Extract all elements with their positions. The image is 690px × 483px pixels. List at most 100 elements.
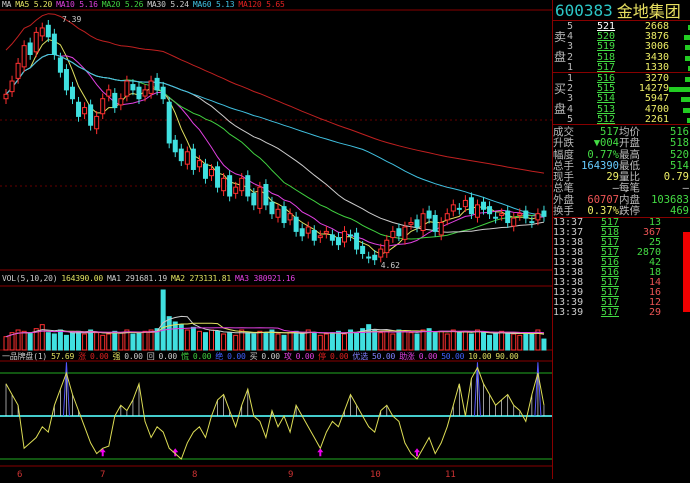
volume-bar xyxy=(184,329,190,351)
legend-item: 50.00 xyxy=(372,352,396,361)
legend-item: 回 xyxy=(146,352,155,361)
legend-item: MA10 5.16 xyxy=(56,0,98,9)
tick-list[interactable]: 13:37 517 13 13:37 518 367 13:38 517 25 13:38 517 2… xyxy=(553,218,690,318)
order-row[interactable]: 5 521 2668 xyxy=(567,22,690,32)
order-volume-bar xyxy=(669,87,690,93)
volume-bar xyxy=(517,334,523,351)
stock-name: 金地集团 xyxy=(616,2,681,21)
volume-bar xyxy=(106,333,112,351)
stats-table: 成交 517 均价 516 升跌 ▼004 开盘 518 幅度 0.77% 最高 520 总手 16439… xyxy=(553,125,690,219)
candle xyxy=(215,166,221,188)
legend-item: MA xyxy=(2,0,12,9)
candle xyxy=(438,222,444,236)
candle xyxy=(142,89,148,97)
legend-item: 买 xyxy=(249,352,258,361)
kline-chart[interactable]: 7.39 4.62 6 7 8 9 10 11 MA MA5 5.20 MA10 5.16 MA20… xyxy=(0,0,552,480)
stock-title: 600383 金地集团 xyxy=(553,0,690,21)
volume-bar xyxy=(21,330,27,351)
candle xyxy=(130,84,136,91)
stat-l: 换手 xyxy=(553,205,574,218)
candle xyxy=(63,69,69,91)
volume-bar xyxy=(160,289,166,351)
candle xyxy=(541,210,547,217)
volume-bar xyxy=(481,332,487,351)
order-row[interactable]: 3 519 3006 xyxy=(567,42,690,52)
order-row[interactable]: 3 514 5947 xyxy=(567,94,690,104)
sell-book: 卖盘 5 521 2668 4 520 3876 3 519 3006 2 518 3430 1 517 13… xyxy=(553,21,690,73)
volume-bar xyxy=(130,333,136,351)
candle xyxy=(384,239,390,254)
candle xyxy=(390,230,396,239)
volume-bar xyxy=(390,333,396,351)
candle xyxy=(444,213,450,221)
order-row[interactable]: 2 515 14279 xyxy=(567,84,690,94)
stat-row: 换手 0.37% 跌停 469 xyxy=(553,205,690,218)
candle xyxy=(335,237,341,246)
volume-bar xyxy=(396,329,402,351)
legend-item: MA60 5.13 xyxy=(192,0,235,9)
volume-bar xyxy=(366,324,372,351)
volume-bar xyxy=(94,332,100,351)
candle xyxy=(317,235,323,239)
candle xyxy=(468,197,474,215)
sell-label: 卖盘 xyxy=(554,27,566,67)
order-row[interactable]: 2 518 3430 xyxy=(567,52,690,63)
order-volume: 2261 xyxy=(644,113,669,125)
legend-item: 0.00 xyxy=(192,352,212,361)
candle xyxy=(263,184,269,206)
candle xyxy=(481,201,487,210)
order-volume: 3006 xyxy=(644,41,669,53)
candle xyxy=(293,216,299,232)
legend-item: 攻 xyxy=(283,352,292,361)
quote-panel: 600383 金地集团 卖盘 5 521 2668 4 520 3876 3 519 3006 2 51… xyxy=(552,0,690,479)
candle xyxy=(529,221,535,224)
order-price: 517 xyxy=(597,61,616,73)
order-row[interactable]: 4 513 4700 xyxy=(567,104,690,115)
legend-item: MA30 5.24 xyxy=(147,0,189,9)
legend-item: 优选 xyxy=(352,352,369,361)
stat-b: 518 xyxy=(670,137,689,150)
stat-l: 升跌 xyxy=(553,137,574,150)
legend-item: 164390.00 xyxy=(61,274,103,283)
volume-bar xyxy=(293,330,299,351)
volume-bar xyxy=(27,332,33,351)
candle xyxy=(323,230,329,234)
order-row[interactable]: 1 517 1330 xyxy=(567,61,690,73)
volume-bar xyxy=(57,329,63,351)
order-row[interactable]: 4 520 3876 xyxy=(567,32,690,42)
candle xyxy=(172,139,178,153)
candle xyxy=(202,163,208,179)
volume-bar xyxy=(69,332,75,351)
volume-bar xyxy=(505,332,511,351)
volume-bar xyxy=(299,333,305,351)
legend-item: 一品牌盘(1) xyxy=(2,352,48,361)
order-volume-bar xyxy=(686,117,690,123)
legend-item: MA20 5.26 xyxy=(101,0,144,9)
candle xyxy=(45,24,51,38)
order-row[interactable]: 5 512 2261 xyxy=(567,113,690,125)
order-row[interactable]: 1 516 3270 xyxy=(567,74,690,84)
legend-item: 涨 xyxy=(78,352,86,361)
volume-bar xyxy=(196,330,202,351)
candle xyxy=(184,151,190,165)
buy-book: 买盘 1 516 3270 2 515 14279 3 514 5947 4 513 4700 5 512 2… xyxy=(553,73,690,125)
legend-item: 0.00 xyxy=(329,352,349,361)
legend-item: 90.00 xyxy=(495,352,519,361)
volume-bar xyxy=(263,332,269,351)
candle xyxy=(118,98,124,106)
volume-bar xyxy=(209,329,215,351)
order-price: 519 xyxy=(597,41,616,53)
legend-item: 0.00 xyxy=(89,352,109,361)
low-price-label: 4.62 xyxy=(381,261,400,270)
chart-canvas[interactable]: 7.39 4.62 6 7 8 9 10 11 xyxy=(0,0,552,480)
tick-volume: 29 xyxy=(648,307,661,319)
order-volume-bar xyxy=(685,45,690,51)
legend-item: MA2 273131.81 xyxy=(170,274,231,283)
volume-bar xyxy=(456,332,462,351)
volume-bar xyxy=(414,333,420,351)
candle xyxy=(3,93,9,100)
legend-item: MA3 380921.16 xyxy=(235,274,296,283)
volume-bar xyxy=(523,332,529,351)
order-volume-bar xyxy=(682,107,690,113)
volume-bar xyxy=(468,333,474,351)
